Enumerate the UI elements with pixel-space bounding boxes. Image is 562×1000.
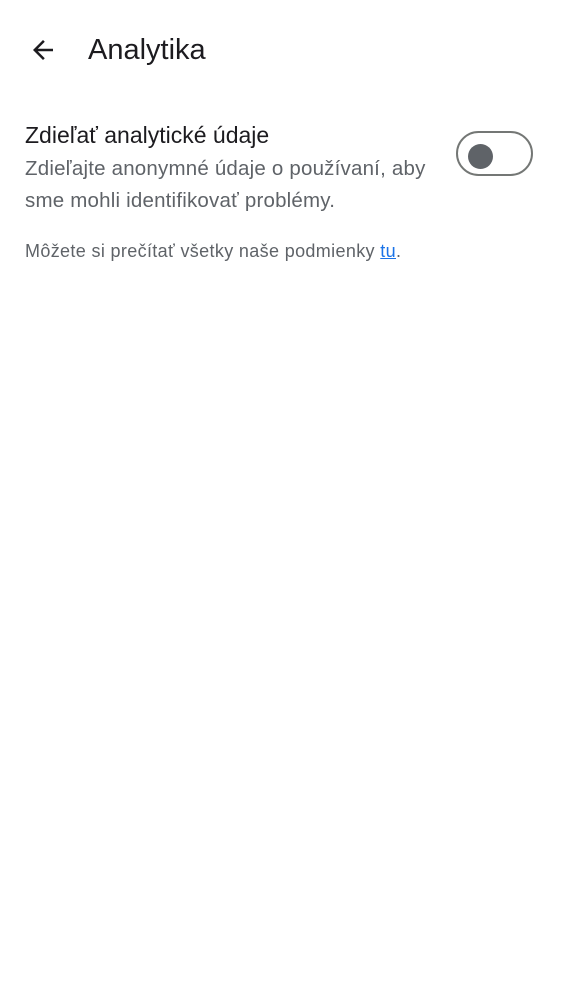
- share-analytics-toggle[interactable]: [456, 131, 533, 176]
- app-bar: Analytika: [0, 0, 562, 100]
- page-title: Analytika: [88, 34, 206, 66]
- back-button[interactable]: [20, 27, 66, 73]
- terms-text-after: .: [395, 241, 402, 261]
- arrow-back-icon: [33, 40, 53, 60]
- setting-description: Zdieľajte anonymné údaje o používaní, ab…: [25, 157, 426, 212]
- terms-text: Môžete si prečítať všetky naše podmienky…: [25, 238, 401, 264]
- toggle-thumb: [468, 143, 493, 169]
- share-analytics-setting[interactable]: Zdieľať analytické údaje Zdieľajte anony…: [0, 112, 562, 222]
- setting-title: Zdieľať analytické údaje: [25, 122, 270, 148]
- terms-link[interactable]: tu: [380, 241, 396, 261]
- terms-text-before: Môžete si prečítať všetky naše podmienky: [25, 241, 381, 261]
